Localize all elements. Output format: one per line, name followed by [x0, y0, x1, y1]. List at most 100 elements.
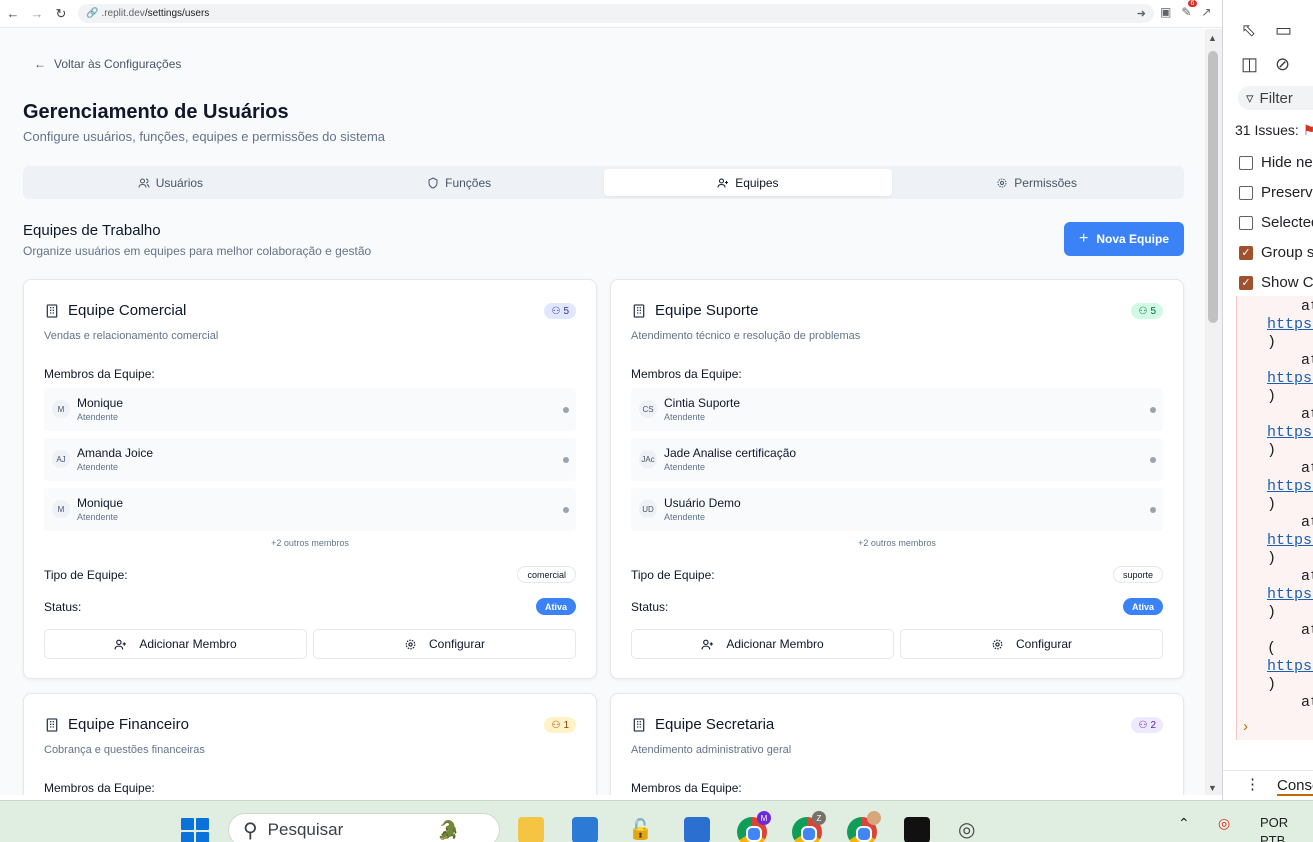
address-bar[interactable]: 🔗 .replit.dev /settings/users ➜	[78, 4, 1154, 23]
notepad-icon[interactable]	[684, 817, 710, 842]
users-icon	[138, 178, 150, 188]
preserve-log-checkbox[interactable]: Preserve	[1239, 184, 1313, 201]
console-link[interactable]: https:	[1267, 478, 1313, 495]
back-arrow-icon[interactable]: ←	[4, 5, 22, 23]
add-member-label: Adicionar Membro	[139, 637, 237, 651]
chevron-up-icon[interactable]: ⌃	[1178, 815, 1190, 832]
configure-label: Configurar	[1015, 637, 1073, 651]
console-filter-input[interactable]: ▿ Filter	[1238, 86, 1313, 110]
url-domain: .replit.dev	[101, 8, 145, 19]
taskbar-search[interactable]: ⚲ Pesquisar 🐊	[228, 813, 500, 842]
member-row[interactable]: JAc Jade Analise certificação Atendente	[631, 438, 1163, 481]
file-explorer-icon[interactable]	[518, 817, 544, 842]
add-member-button[interactable]: Adicionar Membro	[631, 629, 894, 659]
inspect-element-icon[interactable]: ⬁	[1241, 20, 1256, 41]
selected-context-checkbox[interactable]: Selected	[1239, 214, 1313, 231]
reload-icon[interactable]: ↻	[52, 5, 70, 23]
tab-funcoes[interactable]: Funções	[315, 169, 604, 196]
profile-badge: Z	[812, 811, 826, 825]
device-toolbar-icon[interactable]: ▭	[1275, 20, 1292, 41]
lock-app-icon[interactable]: 🔓	[628, 817, 654, 842]
console-link[interactable]: https:	[1267, 370, 1313, 387]
status-label: Status:	[631, 600, 669, 614]
team-card-suporte: Equipe Suporte ⚇ 5 Atendimento técnico e…	[610, 279, 1184, 679]
add-member-button[interactable]: Adicionar Membro	[44, 629, 307, 659]
network-icon[interactable]: ◎	[1218, 815, 1230, 832]
user-plus-icon	[114, 639, 127, 649]
chrome-profile-icon[interactable]: Z	[792, 811, 826, 842]
new-team-button[interactable]: + Nova Equipe	[1064, 222, 1184, 256]
tab-equipes[interactable]: Equipes	[603, 169, 893, 196]
member-row[interactable]: M Monique Atendente	[44, 388, 576, 431]
console-text: at	[1301, 622, 1313, 639]
show-cors-checkbox[interactable]: ✓ Show CO	[1239, 274, 1313, 291]
tab-usuarios[interactable]: Usuários	[26, 169, 315, 196]
members-label: Membros da Equipe:	[44, 367, 155, 381]
status-badge: Ativa	[535, 598, 576, 615]
member-row[interactable]: AJ Amanda Joice Atendente	[44, 438, 576, 481]
member-row[interactable]: CS Cintia Suporte Atendente	[631, 388, 1163, 431]
page-subtitle: Configure usuários, funções, equipes e p…	[23, 129, 386, 144]
team-name: Equipe Suporte	[655, 302, 759, 319]
scroll-up-icon[interactable]: ▲	[1208, 33, 1217, 43]
open-external-icon[interactable]: ↗	[1201, 5, 1211, 19]
status-dot	[563, 457, 569, 463]
member-role: Atendente	[664, 462, 706, 472]
member-count-badge: ⚇ 1	[544, 717, 576, 733]
users-icon: ⚇	[551, 719, 561, 731]
tab-permissoes[interactable]: Permissões	[892, 169, 1181, 196]
issues-count[interactable]: 31 Issues: ⚑	[1235, 122, 1313, 139]
wifi-app-icon[interactable]: ◎	[958, 817, 984, 842]
issue-flag-icon: ⚑	[1303, 122, 1313, 138]
site-info-icon[interactable]: 🔗	[86, 8, 98, 19]
console-prompt-icon[interactable]: ›	[1243, 718, 1248, 735]
terminal-app-icon[interactable]	[904, 817, 930, 842]
hide-network-checkbox[interactable]: Hide ne	[1239, 154, 1313, 171]
filter-icon: ▿	[1246, 90, 1254, 107]
cast-icon[interactable]: ▣	[1160, 5, 1171, 19]
console-text: at	[1301, 406, 1313, 423]
console-link[interactable]: https:	[1267, 532, 1313, 549]
send-icon[interactable]: ➜	[1137, 7, 1146, 20]
member-role: Atendente	[77, 512, 119, 522]
gear-icon	[997, 178, 1007, 187]
avatar: JAc	[639, 450, 657, 468]
configure-button[interactable]: Configurar	[900, 629, 1163, 659]
configure-button[interactable]: Configurar	[313, 629, 576, 659]
page-scrollbar[interactable]: ▲ ▼	[1205, 29, 1222, 795]
member-role: Atendente	[664, 412, 706, 422]
tab-label: Equipes	[735, 175, 779, 190]
windows-start-icon[interactable]	[181, 818, 209, 842]
new-team-label: Nova Equipe	[1096, 232, 1170, 246]
keyboard-layout: PTB	[1260, 833, 1286, 842]
console-link[interactable]: https:	[1267, 424, 1313, 441]
member-row[interactable]: M Monique Atendente	[44, 488, 576, 531]
app-icon[interactable]	[572, 817, 598, 842]
scrollbar-thumb[interactable]	[1208, 51, 1218, 323]
chrome-profile-icon[interactable]: M	[737, 811, 771, 842]
console-link[interactable]: https:	[1267, 316, 1313, 333]
gear-icon	[992, 639, 1003, 649]
member-count-badge: ⚇ 5	[544, 303, 576, 319]
console-link[interactable]: https:	[1267, 586, 1313, 603]
console-text: at	[1301, 568, 1313, 585]
language-indicator[interactable]: POR PTB	[1260, 814, 1288, 842]
team-description: Cobrança e questões financeiras	[44, 744, 205, 756]
users-icon: ⚇	[1138, 305, 1148, 317]
clear-console-icon[interactable]: ⊘	[1275, 54, 1290, 75]
back-to-settings-link[interactable]: ← Voltar às Configurações	[34, 57, 181, 71]
sidebar-toggle-icon[interactable]: ◫	[1241, 54, 1258, 75]
tab-console[interactable]: Conso	[1277, 777, 1313, 796]
forward-arrow-icon[interactable]: →	[28, 5, 46, 23]
section-subtitle: Organize usuários em equipes para melhor…	[23, 244, 372, 258]
tab-label: Funções	[445, 175, 492, 190]
console-link[interactable]: https:	[1267, 658, 1313, 675]
more-options-icon[interactable]: ⋮	[1245, 775, 1260, 793]
extension-icon[interactable]: ✎ 6	[1181, 0, 1198, 19]
group-similar-checkbox[interactable]: ✓ Group s	[1239, 244, 1313, 261]
scroll-down-icon[interactable]: ▼	[1208, 783, 1217, 793]
member-name: Monique	[77, 496, 124, 510]
member-row[interactable]: UD Usuário Demo Atendente	[631, 488, 1163, 531]
chrome-profile-icon[interactable]	[847, 811, 881, 842]
console-text: at	[1301, 352, 1313, 369]
